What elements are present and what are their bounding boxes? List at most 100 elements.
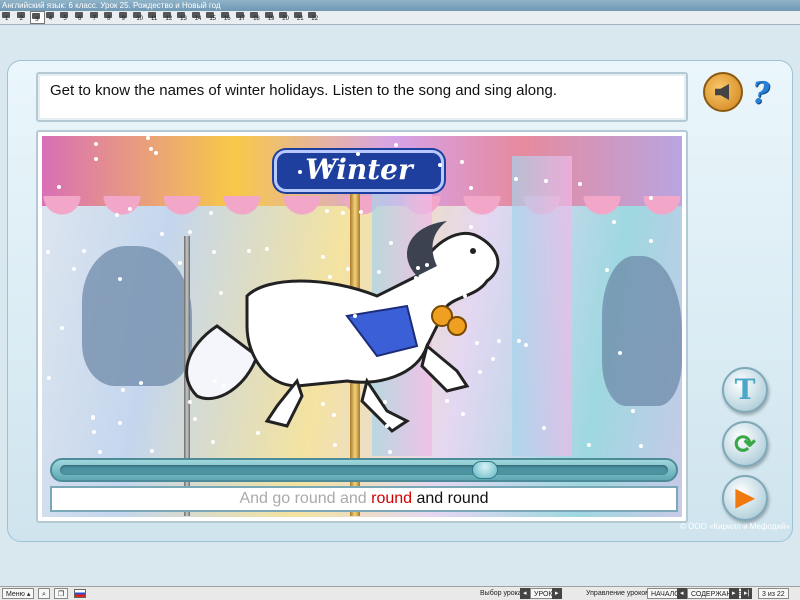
lesson-tab-17[interactable]: 17	[235, 11, 250, 24]
lesson-tab-6[interactable]: 6	[74, 11, 89, 24]
lesson-tab-number: 2	[19, 16, 23, 22]
snowflake	[82, 249, 86, 253]
lesson-prev-button[interactable]: ◂	[520, 588, 530, 599]
snowflake	[118, 277, 122, 281]
lesson-tab-number: 3	[35, 17, 39, 23]
snowflake	[150, 449, 154, 453]
lyrics-upcoming: and round	[412, 490, 489, 507]
lesson-tab-13[interactable]: 13	[176, 11, 191, 24]
play-button[interactable]: ▶	[722, 475, 768, 521]
snowflake	[358, 359, 362, 363]
lesson-select-label: Выбор урока:	[480, 590, 524, 597]
refresh-icon: ⟳	[734, 429, 756, 459]
lesson-tab-16[interactable]: 16	[220, 11, 235, 24]
search-icon[interactable]: ⌕	[38, 588, 50, 599]
lyrics-line: And go round and round and round	[50, 486, 678, 512]
lesson-tab-number: 22	[311, 16, 319, 22]
lesson-tab-20[interactable]: 20	[278, 11, 293, 24]
lesson-tab-12[interactable]: 12	[162, 11, 177, 24]
lesson-tab-3[interactable]: 3	[30, 11, 45, 24]
snowflake	[524, 343, 528, 347]
snowflake	[497, 339, 501, 343]
snowflake	[346, 267, 350, 271]
snowflake	[211, 440, 215, 444]
page-prev-button[interactable]: ◂	[677, 588, 687, 599]
lesson-tab-5[interactable]: 5	[59, 11, 74, 24]
snowflake	[463, 294, 467, 298]
snowflake	[256, 431, 260, 435]
lesson-tab-number: 13	[180, 16, 187, 22]
replay-button[interactable]: ⟳	[722, 421, 768, 467]
lesson-tab-21[interactable]: 21	[293, 11, 308, 24]
lesson-tab-19[interactable]: 19	[264, 11, 279, 24]
audio-progress-track[interactable]	[50, 458, 678, 482]
lesson-tabs: 1 2 3 4 5 6 7 8 9 10 11 12 13 14 15 16 17 18 19 20 21 22	[0, 11, 800, 25]
text-toggle-button[interactable]: T	[722, 367, 768, 413]
lesson-tab-4[interactable]: 4	[45, 11, 60, 24]
lesson-tab-number: 12	[165, 16, 173, 22]
snowflake	[605, 268, 609, 272]
snowflake	[329, 370, 333, 374]
help-button[interactable]: ?	[752, 76, 770, 111]
lesson-tab-22[interactable]: 22	[307, 11, 322, 24]
snowflake	[209, 211, 213, 215]
lesson-tab-7[interactable]: 7	[89, 11, 104, 24]
lesson-tab-10[interactable]: 10	[132, 11, 147, 24]
snowflake	[57, 185, 61, 189]
snowflake	[544, 179, 548, 183]
snowflake	[46, 250, 50, 254]
snowflake	[321, 402, 325, 406]
snowflake	[323, 297, 327, 301]
lesson-tab-2[interactable]: 2	[16, 11, 31, 24]
page-counter: 3 из 22	[758, 588, 789, 599]
snowflake	[320, 293, 324, 297]
snowflake	[341, 211, 345, 215]
speaker-button[interactable]	[703, 72, 743, 112]
carousel-scene: Winter And go round and round and round	[42, 136, 682, 517]
lesson-tab-18[interactable]: 18	[249, 11, 264, 24]
lesson-next-button[interactable]: ▸	[552, 588, 562, 599]
lesson-tab-number: 18	[253, 16, 260, 22]
snowflake	[394, 143, 398, 147]
snowflake	[149, 147, 153, 151]
snowflake	[475, 341, 479, 345]
snowflake	[383, 400, 387, 404]
snowflake	[356, 152, 360, 156]
lesson-tab-8[interactable]: 8	[103, 11, 118, 24]
snowflake	[91, 416, 95, 420]
progress-groove	[60, 465, 668, 475]
lesson-tab-number: 10	[136, 16, 144, 22]
lesson-tab-number: 1	[5, 16, 9, 22]
lesson-tab-14[interactable]: 14	[191, 11, 206, 24]
snowflake	[188, 230, 192, 234]
snowflake	[321, 255, 325, 259]
snowflake	[385, 424, 389, 428]
lesson-tab-11[interactable]: 11	[147, 11, 162, 24]
snowflake	[333, 443, 337, 447]
lyrics-current-word: round	[371, 490, 413, 507]
page-next-button[interactable]: ▸	[729, 588, 739, 599]
language-flag-icon[interactable]	[74, 589, 86, 598]
lesson-tab-number: 16	[223, 16, 231, 22]
snowflake	[631, 409, 635, 413]
page-last-button[interactable]: ▸|	[741, 588, 753, 599]
snowflake	[398, 290, 402, 294]
instruction-text: Get to know the names of winter holidays…	[36, 72, 688, 122]
bottom-navigation-bar: Меню ▴ ⌕ ❐ Выбор урока: ◂ УРОК ▸ Управле…	[0, 586, 800, 600]
snowflake	[219, 291, 223, 295]
lyrics-sung: And go round and	[239, 490, 372, 507]
copy-icon[interactable]: ❐	[54, 588, 69, 599]
snowflake	[377, 270, 381, 274]
lesson-tab-9[interactable]: 9	[118, 11, 133, 24]
lesson-tab-1[interactable]: 1	[1, 11, 16, 24]
lesson-tab-15[interactable]: 15	[205, 11, 220, 24]
menu-button[interactable]: Меню ▴	[2, 588, 35, 599]
snowflake	[325, 209, 329, 213]
shadow-horse-left	[82, 246, 192, 386]
lesson-tab-number: 9	[121, 16, 126, 22]
progress-slider-knob[interactable]	[472, 461, 498, 479]
snowflake	[47, 376, 51, 380]
snowflake	[469, 225, 473, 229]
snowflake	[514, 177, 518, 181]
snowflake	[389, 241, 393, 245]
